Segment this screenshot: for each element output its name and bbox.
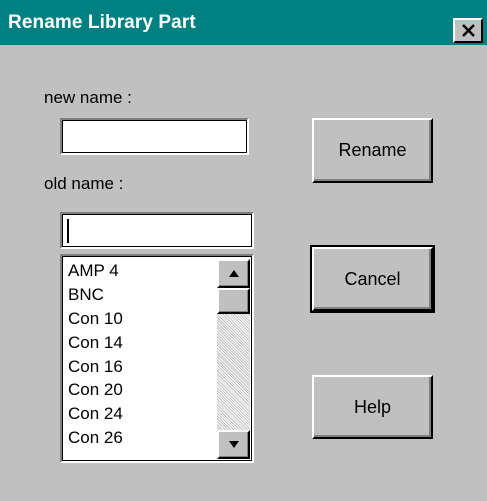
title-bar[interactable]: Rename Library Part bbox=[0, 0, 487, 45]
list-scrollbar[interactable] bbox=[217, 259, 250, 459]
old-name-list: AMP 4 BNC Con 10 Con 14 Con 16 Con 20 Con 24 Co… bbox=[68, 259, 210, 450]
new-name-input[interactable] bbox=[60, 118, 249, 155]
dialog-title: Rename Library Part bbox=[8, 12, 196, 33]
scroll-down-button[interactable] bbox=[217, 430, 250, 459]
list-item[interactable]: Con 20 bbox=[68, 378, 210, 402]
list-item[interactable]: BNC bbox=[68, 283, 210, 307]
cancel-button-label: Cancel bbox=[344, 268, 401, 289]
close-button[interactable] bbox=[453, 18, 483, 43]
old-name-listbox[interactable]: AMP 4 BNC Con 10 Con 14 Con 16 Con 20 Con 24 Co… bbox=[60, 254, 254, 463]
list-item[interactable]: Con 16 bbox=[68, 355, 210, 379]
cancel-button[interactable]: Cancel bbox=[310, 245, 435, 313]
rename-button-label: Rename bbox=[338, 140, 407, 160]
close-icon bbox=[462, 24, 475, 37]
arrow-down-icon bbox=[229, 441, 239, 448]
new-name-label: new name : bbox=[44, 88, 132, 107]
list-item[interactable]: Con 10 bbox=[68, 307, 210, 331]
help-button-label: Help bbox=[353, 396, 392, 417]
list-item[interactable]: Con 24 bbox=[68, 402, 210, 426]
list-item[interactable]: Con 26 bbox=[68, 426, 210, 450]
scroll-thumb[interactable] bbox=[217, 288, 250, 314]
scroll-up-button[interactable] bbox=[217, 259, 250, 288]
list-item[interactable]: Con 14 bbox=[68, 331, 210, 355]
old-name-input[interactable] bbox=[60, 212, 254, 249]
arrow-up-icon bbox=[229, 270, 239, 277]
rename-library-part-dialog: Rename Library Part new name : old name … bbox=[0, 0, 487, 501]
text-caret bbox=[67, 219, 69, 243]
old-name-label: old name : bbox=[44, 174, 124, 193]
list-item[interactable]: AMP 4 bbox=[68, 259, 210, 283]
rename-button[interactable]: Rename bbox=[312, 118, 433, 183]
help-button[interactable]: Help bbox=[312, 375, 433, 439]
